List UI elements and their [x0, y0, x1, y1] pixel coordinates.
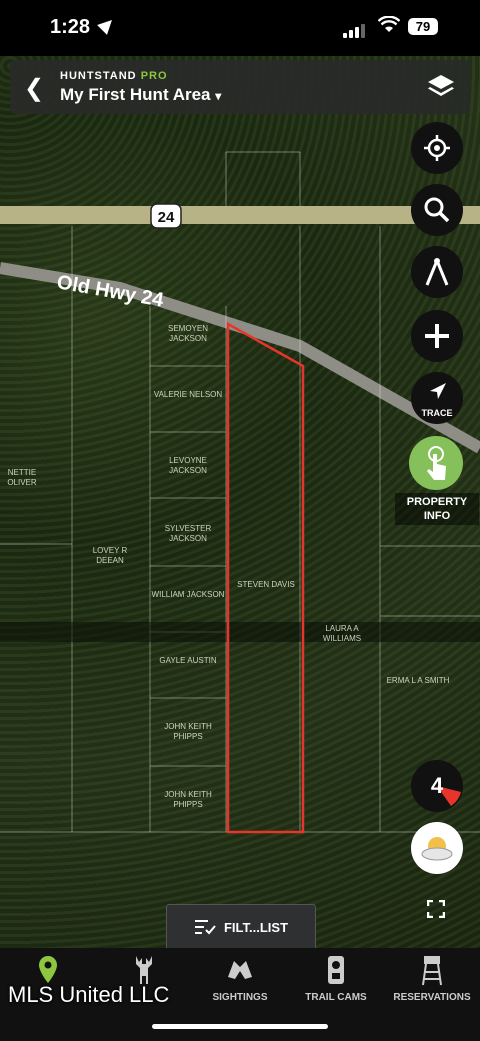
parcel-label: JOHN KEITH PHIPPS	[164, 722, 212, 741]
parcel-label: NETTIE OLIVER	[7, 468, 37, 487]
tree-stand-icon	[422, 956, 442, 986]
trail-cam-icon	[328, 956, 344, 984]
wind-counter[interactable]: 4	[411, 760, 463, 812]
back-chevron-icon[interactable]: ❮	[24, 74, 44, 103]
parcel-label: GAYLE AUSTIN	[159, 656, 217, 665]
nav-item-sightings[interactable]: SIGHTINGS	[192, 954, 288, 1003]
trace-button[interactable]: TRACE	[411, 372, 463, 424]
parcel-label: SYLVESTER JACKSON	[164, 524, 212, 543]
brand-name: HUNTSTAND	[60, 70, 137, 82]
search-button[interactable]	[411, 184, 463, 236]
dropdown-caret-icon: ▾	[215, 89, 222, 103]
highway-24	[0, 206, 480, 224]
property-info-label: PROPERTY INFO	[395, 493, 479, 525]
nav-label: SIGHTINGS	[212, 992, 268, 1003]
parcel-label: STEVEN DAVIS	[237, 580, 295, 589]
parcel-label: WILLIAM JACKSON	[151, 590, 225, 599]
weather-button[interactable]	[411, 822, 463, 874]
filter-list-button[interactable]: FILT...LIST	[166, 904, 316, 950]
my-location-button[interactable]	[411, 122, 463, 174]
parcel-label: JOHN KEITH PHIPPS	[164, 790, 212, 809]
layers-icon[interactable]	[426, 72, 456, 102]
brand-label: HUNTSTAND PRO	[60, 70, 168, 82]
battery-indicator: 79	[408, 18, 438, 35]
parcel-label: SEMOYEN JACKSON	[167, 324, 208, 343]
nav-label: TRAIL CAMS	[305, 992, 367, 1003]
compass-measure-icon	[425, 258, 449, 286]
home-indicator[interactable]	[152, 1024, 328, 1029]
trace-arrow-icon	[430, 383, 446, 399]
hunt-area-selector[interactable]: My First Hunt Area ▾	[60, 85, 221, 105]
filter-list-icon	[194, 920, 216, 935]
tap-hand-icon	[427, 446, 446, 480]
hunt-area-name: My First Hunt Area	[60, 85, 211, 104]
property-boundary[interactable]	[226, 321, 305, 834]
binoculars-icon	[228, 961, 252, 979]
parcel-label: ERMA L A SMITH	[386, 676, 450, 685]
status-time: 1:28	[50, 16, 91, 38]
status-bar: 1:28 79	[0, 0, 480, 56]
nav-item-trail-cams[interactable]: TRAIL CAMS	[288, 954, 384, 1003]
trace-label: TRACE	[421, 408, 453, 418]
cell-signal-icon	[343, 20, 367, 38]
measure-button[interactable]	[411, 246, 463, 298]
fullscreen-icon[interactable]	[427, 900, 445, 918]
search-icon	[424, 197, 450, 223]
plus-icon	[425, 324, 449, 348]
parcel-label: LEVOYNE JACKSON	[169, 456, 207, 475]
mls-watermark: MLS United LLC	[8, 982, 170, 1007]
route-shield-number: 24	[158, 209, 175, 226]
add-button[interactable]	[411, 310, 463, 362]
parcel-label: LOVEY R DEEAN	[92, 546, 128, 565]
nav-label: RESERVATIONS	[393, 992, 471, 1003]
brand-tier: PRO	[140, 70, 168, 82]
parcel-label: VALERIE NELSON	[153, 390, 223, 399]
hunt-area-header: ❮ HUNTSTAND PRO My First Hunt Area ▾	[10, 60, 470, 114]
parcel-lines	[0, 151, 480, 833]
crosshair-icon	[424, 135, 450, 161]
tree-line	[0, 622, 480, 642]
wind-count: 4	[430, 773, 444, 798]
nav-item-reservations[interactable]: RESERVATIONS	[384, 954, 480, 1003]
property-info-button[interactable]	[409, 436, 463, 490]
parcel-label: LAURA A WILLIAMS	[322, 624, 362, 643]
location-pin-icon	[39, 956, 57, 983]
weather-icon	[421, 837, 453, 861]
filter-list-label: FILT...LIST	[223, 919, 289, 935]
wifi-icon	[378, 16, 400, 32]
location-arrow-icon	[97, 15, 117, 35]
